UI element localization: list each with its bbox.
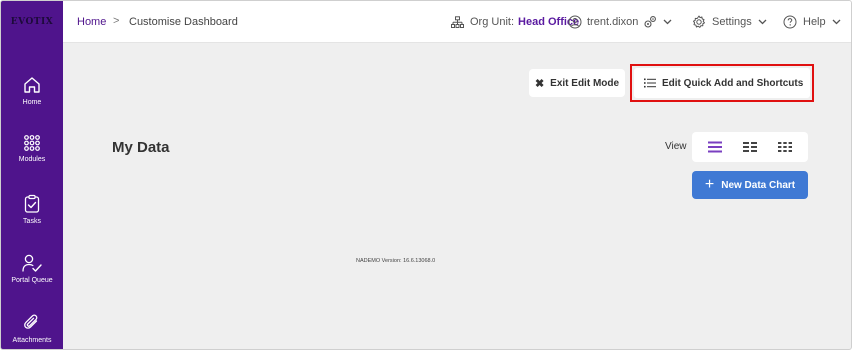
settings-label: Settings	[712, 16, 752, 28]
breadcrumb-current: Customise Dashboard	[129, 16, 238, 28]
user-menu[interactable]: trent.dixon	[568, 1, 672, 43]
help-label: Help	[803, 16, 826, 28]
three-column-view-icon	[777, 142, 792, 152]
new-data-chart-button[interactable]: + New Data Chart	[692, 171, 808, 199]
plus-icon: +	[704, 176, 715, 193]
chevron-down-icon	[758, 19, 767, 25]
logo-text: EVOTIX	[10, 17, 54, 27]
user-check-icon	[22, 254, 42, 272]
sidebar-item-attachments[interactable]: Attachments	[1, 313, 63, 344]
top-bar: Home > Customise Dashboard Org Unit: Hea…	[63, 1, 851, 43]
list-view-icon	[708, 141, 723, 153]
breadcrumb-home-link[interactable]: Home	[77, 16, 106, 28]
chevron-down-icon	[832, 19, 841, 25]
edit-quick-add-button[interactable]: Edit Quick Add and Shortcuts	[634, 68, 810, 98]
sidebar-item-portal-queue[interactable]: Portal Queue	[1, 253, 63, 284]
grid-dots-icon	[24, 135, 40, 151]
new-data-chart-label: New Data Chart	[721, 179, 796, 191]
logo[interactable]: EVOTIX	[1, 1, 63, 43]
clipboard-check-icon	[24, 194, 40, 213]
sidebar-item-tasks[interactable]: Tasks	[1, 194, 63, 225]
user-circle-icon	[568, 15, 582, 29]
chevron-down-icon	[663, 19, 672, 25]
settings-menu[interactable]: Settings	[692, 1, 767, 43]
sidebar-item-label: Modules	[18, 156, 46, 163]
home-icon	[24, 77, 40, 93]
view-label: View	[665, 141, 687, 152]
sidebar-item-label: Portal Queue	[11, 277, 53, 284]
gear-icon	[693, 15, 705, 28]
exit-edit-mode-label: Exit Edit Mode	[550, 77, 620, 89]
close-icon: ✖	[534, 77, 545, 90]
org-chart-icon	[451, 15, 464, 28]
sidebar: EVOTIX Home Modules Tasks Portal Queue A…	[1, 1, 63, 349]
username: trent.dixon	[587, 16, 639, 28]
exit-edit-mode-button[interactable]: ✖ Exit Edit Mode	[529, 69, 625, 97]
sidebar-item-modules[interactable]: Modules	[1, 134, 63, 163]
two-column-view-icon	[742, 142, 757, 152]
org-unit-selector[interactable]: Org Unit: Head Office	[451, 1, 579, 43]
sidebar-item-label: Attachments	[12, 337, 52, 344]
version-text: NADEMO Version: 16.6.13068.0	[356, 258, 436, 264]
sidebar-item-label: Tasks	[23, 218, 41, 225]
three-column-view-button[interactable]	[772, 136, 798, 158]
list-view-button[interactable]	[702, 136, 728, 158]
org-unit-label: Org Unit:	[470, 16, 515, 28]
sidebar-item-label: Home	[22, 99, 42, 106]
gears-icon	[644, 16, 657, 28]
help-menu[interactable]: Help	[783, 1, 841, 43]
help-circle-icon	[783, 15, 797, 29]
app-window: EVOTIX Home Modules Tasks Portal Queue A…	[0, 0, 852, 350]
breadcrumb-separator: >	[113, 15, 120, 27]
paperclip-icon	[24, 314, 38, 329]
two-column-view-button[interactable]	[737, 136, 763, 158]
edit-quick-add-label: Edit Quick Add and Shortcuts	[662, 77, 804, 89]
section-title: My Data	[112, 139, 170, 156]
sidebar-item-home[interactable]: Home	[1, 75, 63, 106]
list-icon	[644, 78, 656, 88]
view-toggle-group	[692, 132, 808, 162]
